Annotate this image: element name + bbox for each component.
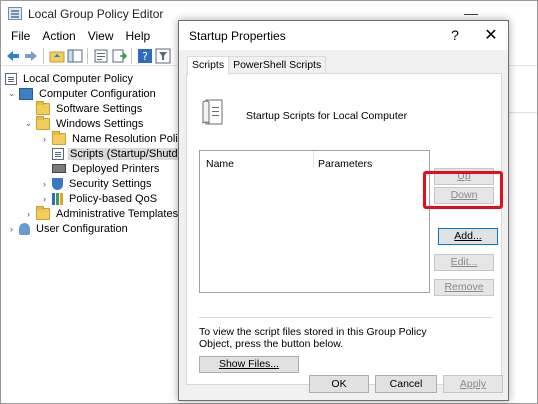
- chevron-right-icon[interactable]: ›: [40, 179, 49, 189]
- remove-button[interactable]: Remove: [434, 279, 494, 296]
- tree-item-security-settings[interactable]: › Security Settings: [40, 176, 154, 191]
- annotation-highlight-box: [423, 171, 503, 209]
- folder-icon: [52, 130, 66, 145]
- apply-button[interactable]: Apply: [443, 375, 503, 393]
- tree-item-computer-configuration[interactable]: ⌄ Computer Configuration: [7, 86, 158, 101]
- dialog-titlebar: Startup Properties ? ✕: [179, 21, 508, 50]
- menu-view[interactable]: View: [82, 29, 120, 43]
- back-arrow-icon[interactable]: [5, 48, 21, 64]
- dialog-title: Startup Properties: [189, 29, 286, 43]
- filter-icon[interactable]: [155, 48, 171, 64]
- scripts-list[interactable]: Name Parameters: [199, 150, 430, 293]
- computer-icon: [19, 87, 33, 100]
- properties-icon[interactable]: [93, 48, 109, 64]
- navigation-tree: Local Computer Policy ⌄ Computer Configu…: [1, 67, 183, 403]
- menu-file[interactable]: File: [5, 29, 36, 43]
- chevron-right-icon[interactable]: ›: [7, 224, 16, 234]
- toolbar-separator: [87, 48, 88, 64]
- help-icon[interactable]: ?: [137, 48, 153, 64]
- chevron-right-icon[interactable]: ›: [40, 194, 49, 204]
- folder-icon: [36, 205, 50, 220]
- script-file-icon: [202, 99, 223, 125]
- chevron-right-icon[interactable]: ›: [24, 209, 33, 219]
- dialog-tabs: Scripts PowerShell Scripts: [187, 56, 327, 75]
- tree-item-local-computer-policy[interactable]: Local Computer Policy: [5, 71, 135, 86]
- chevron-down-icon[interactable]: ⌄: [7, 88, 16, 99]
- scripts-tab-panel: Startup Scripts for Local Computer Name …: [186, 73, 502, 385]
- user-icon: [19, 222, 30, 235]
- printer-icon: [52, 164, 66, 173]
- main-window-title: Local Group Policy Editor: [28, 7, 164, 21]
- toolbar-separator: [131, 48, 132, 64]
- column-header-parameters[interactable]: Parameters: [318, 158, 372, 170]
- column-header-name[interactable]: Name: [206, 158, 234, 170]
- folder-icon: [36, 115, 50, 130]
- tree-item-windows-settings[interactable]: ⌄ Windows Settings: [24, 115, 145, 131]
- svg-text:?: ?: [142, 50, 148, 63]
- show-files-button[interactable]: Show Files...: [199, 356, 299, 373]
- policy-icon: [5, 72, 17, 85]
- add-button[interactable]: Add...: [438, 228, 498, 245]
- up-folder-icon[interactable]: [49, 48, 65, 64]
- tree-item-user-configuration[interactable]: › User Configuration: [7, 221, 130, 236]
- chevron-down-icon[interactable]: ⌄: [24, 118, 33, 129]
- panel-heading: Startup Scripts for Local Computer: [246, 110, 408, 122]
- ok-button[interactable]: OK: [309, 375, 369, 393]
- export-list-icon[interactable]: [111, 48, 127, 64]
- security-icon: [52, 177, 63, 190]
- divider: [199, 317, 493, 318]
- menu-help[interactable]: Help: [120, 29, 157, 43]
- tree-item-scripts-startup-shutdown[interactable]: Scripts (Startup/Shutdown): [52, 146, 183, 161]
- column-divider[interactable]: [313, 151, 314, 168]
- tab-scripts[interactable]: Scripts: [187, 56, 230, 75]
- edit-button[interactable]: Edit...: [434, 254, 494, 271]
- folder-icon: [36, 100, 50, 115]
- show-hide-tree-icon[interactable]: [67, 48, 83, 64]
- cancel-button[interactable]: Cancel: [375, 375, 437, 393]
- forward-arrow-icon[interactable]: [23, 48, 39, 64]
- menu-action[interactable]: Action: [36, 29, 81, 43]
- info-text: To view the script files stored in this …: [199, 326, 427, 350]
- tree-item-software-settings[interactable]: Software Settings: [36, 100, 144, 116]
- chevron-right-icon[interactable]: ›: [40, 134, 49, 144]
- toolbar-separator: [43, 48, 44, 64]
- chart-icon: [52, 192, 63, 205]
- tree-item-name-resolution-policy[interactable]: › Name Resolution Policy: [40, 130, 183, 146]
- tree-item-deployed-printers[interactable]: Deployed Printers: [52, 161, 161, 176]
- gpedit-app-icon: [8, 7, 22, 20]
- startup-properties-dialog: Startup Properties ? ✕ Scripts PowerShel…: [178, 20, 509, 401]
- tree-item-administrative-templates[interactable]: › Administrative Templates: [24, 205, 180, 221]
- script-icon: [52, 147, 64, 160]
- help-button[interactable]: ?: [447, 27, 463, 43]
- tab-powershell-scripts[interactable]: PowerShell Scripts: [228, 56, 327, 74]
- close-button[interactable]: ✕: [483, 25, 499, 45]
- tree-item-policy-based-qos[interactable]: › Policy-based QoS: [40, 191, 159, 206]
